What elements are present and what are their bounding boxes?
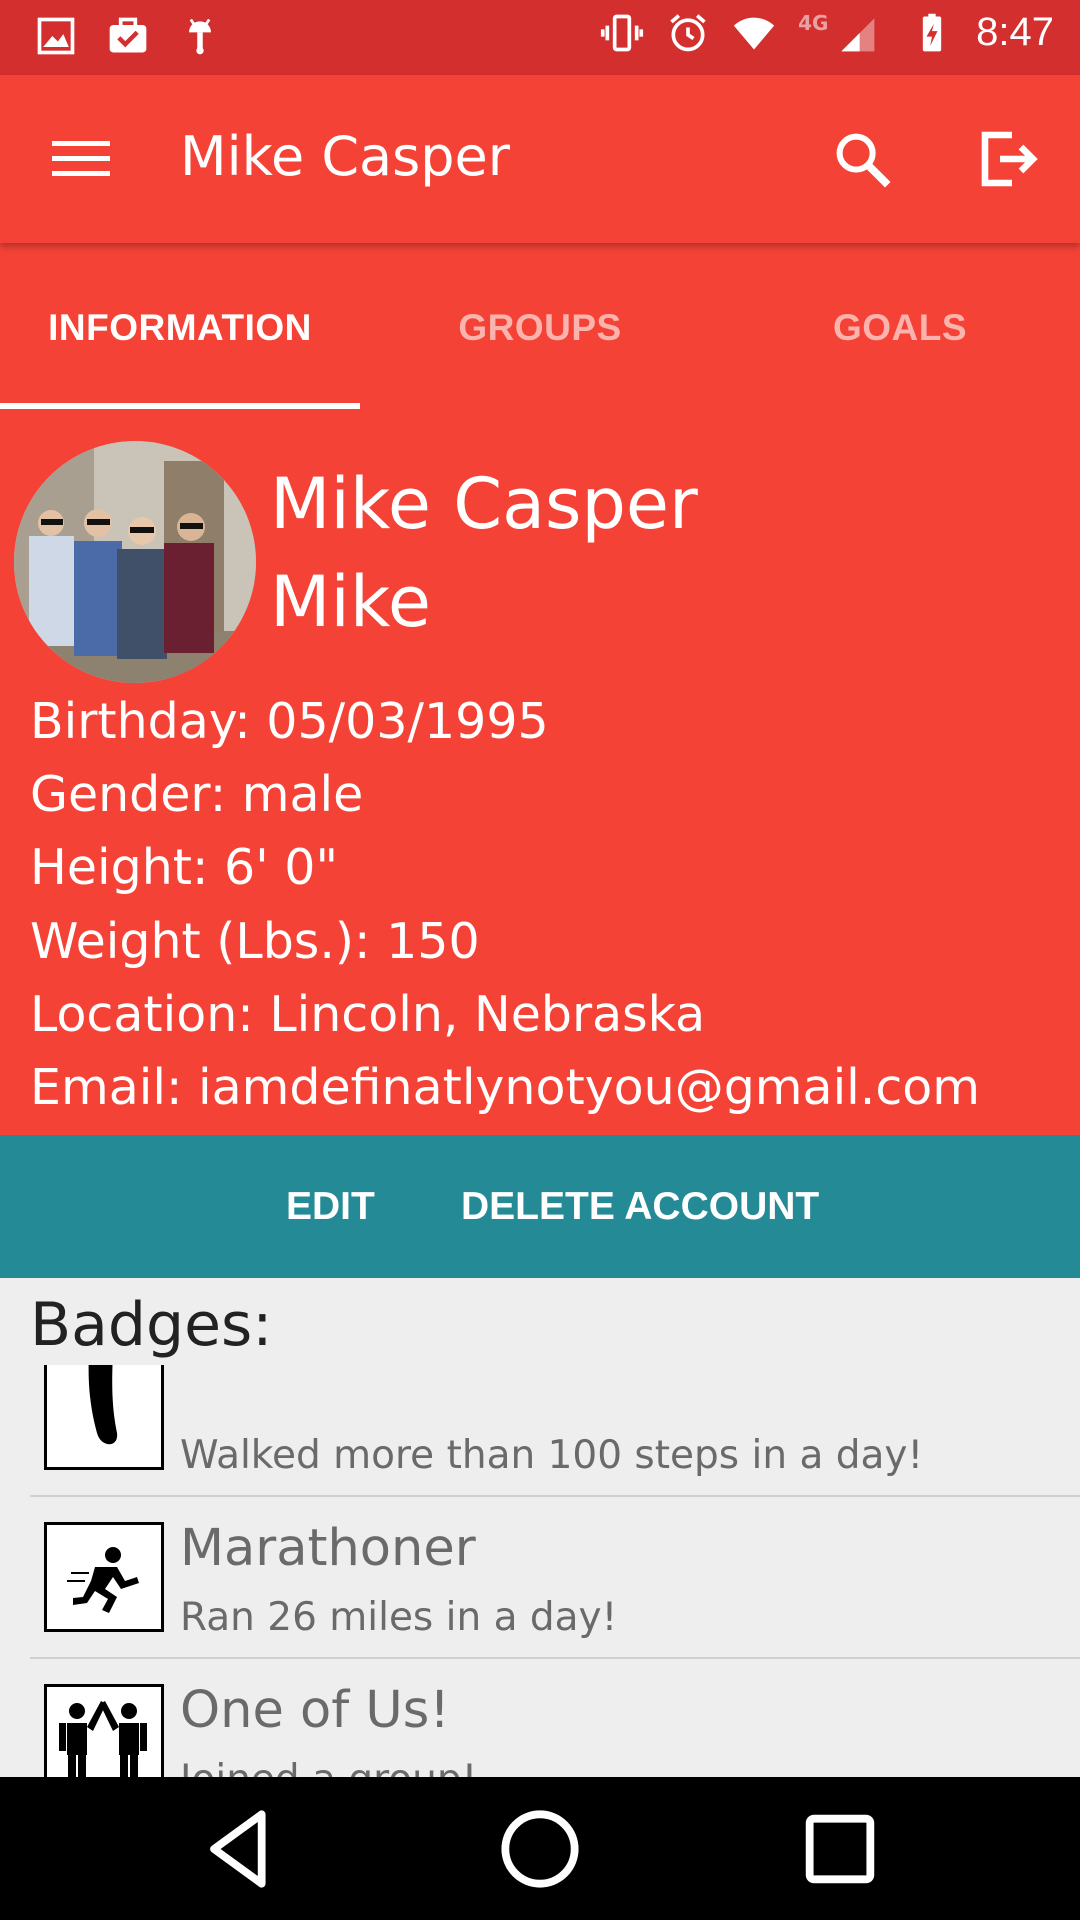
height-text: Height: 6' 0" (30, 839, 338, 896)
recents-icon[interactable] (788, 1797, 892, 1901)
alarm-icon (670, 13, 706, 51)
battery-charging-icon (922, 13, 942, 51)
vibrate-icon (601, 14, 644, 51)
avatar (14, 441, 256, 683)
profile-name: Mike Casper (270, 463, 698, 545)
weight-text: Weight (Lbs.): 150 (30, 913, 480, 970)
list-item[interactable]: Walked more than 100 steps in a day! (30, 1365, 1080, 1497)
footprint-icon (44, 1365, 164, 1470)
runner-icon (44, 1522, 164, 1632)
briefcase-check-icon (109, 17, 147, 53)
tab-bar: INFORMATION GROUPS GOALS (0, 243, 1080, 413)
edit-button[interactable]: EDIT (286, 1135, 375, 1278)
list-item[interactable]: One of Us! Joined a group! (30, 1659, 1080, 1777)
badge-name: One of Us! (180, 1681, 450, 1740)
clock-time: 8:47 (976, 10, 1054, 54)
badge-description: Ran 26 miles in a day! (180, 1595, 618, 1640)
badge-list[interactable]: Walked more than 100 steps in a day! Mar… (0, 1365, 1080, 1777)
menu-icon[interactable] (52, 135, 112, 183)
profile-nickname: Mike (270, 561, 431, 643)
home-icon[interactable] (488, 1797, 592, 1901)
signal-4g-icon: 4G (798, 11, 888, 55)
location-text: Location: Lincoln, Nebraska (30, 986, 706, 1043)
action-bar: EDIT DELETE ACCOUNT (0, 1135, 1080, 1278)
list-item[interactable]: Marathoner Ran 26 miles in a day! (30, 1497, 1080, 1659)
profile-section: Mike Casper Mike Birthday: 05/03/1995 Ge… (0, 413, 1080, 1135)
badge-description: Walked more than 100 steps in a day! (180, 1433, 924, 1478)
delete-account-button[interactable]: DELETE ACCOUNT (461, 1135, 819, 1278)
tab-information[interactable]: INFORMATION (0, 243, 360, 413)
badge-description: Joined a group! (180, 1757, 477, 1777)
android-icon (189, 18, 211, 55)
gender-text: Gender: male (30, 766, 364, 823)
tab-indicator (0, 403, 360, 409)
badges-heading: Badges: (30, 1290, 273, 1360)
tab-goals[interactable]: GOALS (720, 243, 1080, 413)
email-text: Email: iamdefinatlynotyou@gmail.com (30, 1059, 981, 1116)
wifi-icon (733, 17, 775, 49)
navigation-bar (0, 1777, 1080, 1920)
badge-name: Marathoner (180, 1519, 476, 1578)
logout-icon[interactable] (970, 123, 1042, 195)
tab-groups[interactable]: GROUPS (360, 243, 720, 413)
back-icon[interactable] (188, 1797, 292, 1901)
high-five-icon (44, 1684, 164, 1777)
status-bar: 4G 8:47 (0, 0, 1080, 75)
app-bar: Mike Casper (0, 75, 1080, 243)
app-title: Mike Casper (180, 125, 510, 188)
image-icon (37, 17, 75, 55)
search-icon[interactable] (830, 127, 896, 193)
birthday-text: Birthday: 05/03/1995 (30, 693, 549, 750)
